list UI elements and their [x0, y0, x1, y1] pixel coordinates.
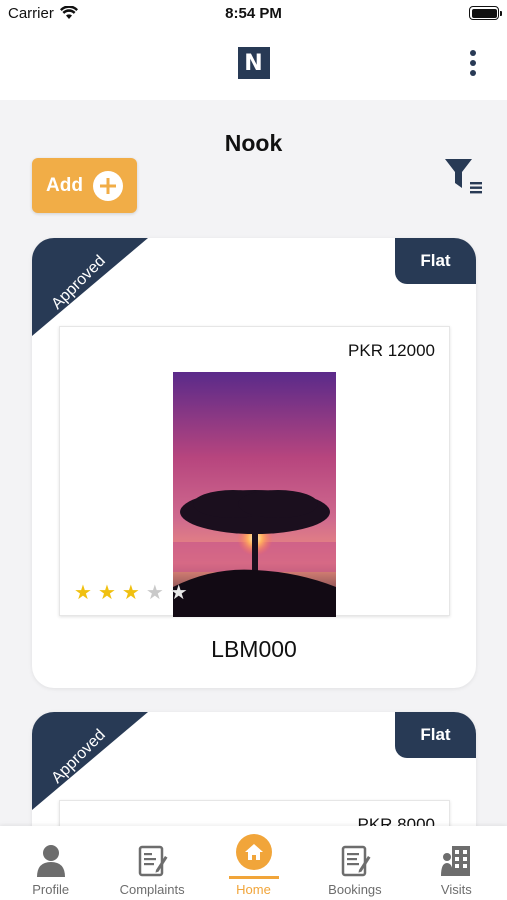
- battery-icon: [469, 6, 502, 20]
- tab-label: Home: [236, 882, 271, 897]
- home-icon: [235, 834, 272, 870]
- logo-letter: N: [244, 50, 263, 76]
- more-options-icon[interactable]: [469, 50, 477, 76]
- visits-icon: [441, 846, 471, 876]
- property-type-tag: Flat: [395, 712, 476, 758]
- star-empty-icon: ★: [169, 582, 188, 604]
- listing-code: LBM000: [211, 636, 297, 662]
- add-button-label: Add: [46, 174, 83, 196]
- add-button[interactable]: Add: [32, 158, 137, 213]
- property-type-label: Flat: [420, 251, 451, 270]
- status-time: 8:54 PM: [225, 4, 282, 22]
- tab-label: Complaints: [119, 882, 185, 897]
- status-ribbon: [32, 238, 148, 336]
- star-filled-icon: ★: [121, 582, 140, 604]
- plus-circle-icon: [92, 170, 123, 201]
- listing-preview: PKR 12000 ★ ★ ★ ★ ★: [59, 326, 450, 617]
- rating-stars: ★ ★ ★ ★ ★: [74, 583, 188, 603]
- complaint-icon: [138, 845, 168, 877]
- filter-icon[interactable]: [444, 158, 484, 196]
- star-empty-icon: ★: [145, 582, 164, 604]
- status-ribbon: [32, 712, 148, 810]
- person-icon: [36, 845, 65, 877]
- tab-profile[interactable]: Profile: [0, 826, 101, 900]
- property-type-tag: Flat: [395, 238, 476, 284]
- tab-label: Visits: [440, 882, 472, 897]
- property-type-label: Flat: [420, 725, 451, 744]
- listing-card[interactable]: Approved Flat PKR 12000 ★ ★ ★ ★ ★ LBM000: [32, 238, 476, 688]
- status-bar: Carrier 8:54 PM: [0, 0, 507, 26]
- star-filled-icon: ★: [74, 582, 92, 604]
- star-filled-icon: ★: [97, 582, 116, 604]
- tab-home[interactable]: Home: [203, 826, 304, 900]
- page-title: Nook: [224, 130, 283, 156]
- booking-icon: [341, 845, 371, 877]
- tab-label: Bookings: [328, 882, 382, 897]
- nav-bar: N: [0, 26, 507, 100]
- tab-bookings[interactable]: Bookings: [304, 826, 405, 900]
- tab-visits[interactable]: Visits: [406, 826, 507, 900]
- app-logo: N: [237, 47, 270, 79]
- active-tab-indicator: [228, 876, 279, 879]
- listing-price: PKR 12000: [348, 341, 435, 360]
- tab-bar: Profile Complaints Home Bookings Visits: [0, 826, 507, 900]
- listing-photo: [173, 372, 336, 617]
- tab-label: Profile: [32, 882, 70, 897]
- tab-complaints[interactable]: Complaints: [101, 826, 202, 900]
